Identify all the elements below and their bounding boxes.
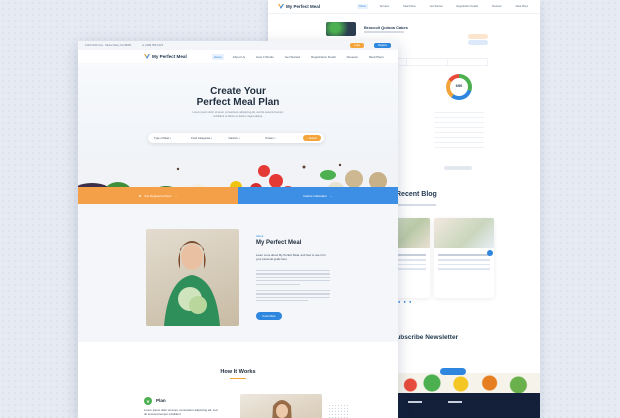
back-nav-meal-plans[interactable]: Meal Plans [401, 4, 417, 9]
brand-logo-icon [144, 54, 150, 59]
nutrition-table [434, 108, 484, 148]
how-it-works-title: How It Works [220, 369, 256, 375]
get-registered-button[interactable]: ✚ Get Registered Now → [78, 187, 238, 204]
carousel-dots[interactable]: ● ● ● [398, 299, 412, 304]
back-nav-services[interactable]: Services [378, 4, 392, 9]
calories-select[interactable]: Calories ▾ [228, 137, 261, 140]
nav-registration-detail[interactable]: Registration Detail [309, 54, 338, 60]
recipe-thumbnail [326, 22, 356, 36]
step-photo [240, 394, 322, 418]
hero-description: Lorem ipsum dolor sit amet, consectetur … [192, 111, 284, 118]
nav-meal-plans[interactable]: Meal Plans [367, 54, 386, 60]
step-title: Plan [156, 398, 166, 403]
carousel-next-icon[interactable] [487, 250, 493, 256]
back-navbar: My Perfect Meal Home Services Meal Plans… [268, 0, 540, 14]
back-nav-reviews[interactable]: Reviews [490, 4, 503, 9]
arrow-right-icon: → [174, 193, 178, 198]
recipe-title: Broccoli Quinoa Cakes [364, 25, 408, 30]
about-kicker: About [256, 234, 264, 238]
user-add-icon: ✚ [138, 193, 142, 198]
back-nav-get-started[interactable]: Get Started [428, 4, 445, 9]
chevron-down-icon: ▾ [211, 136, 213, 140]
chevron-down-icon: ▾ [274, 136, 276, 140]
about-lead: Learn more about My Perfect Meal, and ho… [256, 253, 326, 261]
title-underline [230, 378, 246, 380]
leaf-icon: ❦ [144, 397, 152, 405]
how-it-works-section: How It Works ❦ Plan Lorem ipsum dolor si… [78, 342, 398, 418]
login-button[interactable]: Login [350, 43, 365, 48]
back-nav-home[interactable]: Home [357, 4, 368, 9]
about-paragraph [256, 270, 330, 287]
front-page-preview: 1234 North Ave., Santa Clara, CA 95051 +… [78, 41, 398, 418]
meal-search-bar: Type of Meal ▾ Food Categories ▾ Calorie… [148, 133, 324, 143]
food-category-select[interactable]: Food Categories ▾ [191, 137, 224, 140]
arrow-right-icon: → [329, 193, 333, 198]
topbar: 1234 North Ave., Santa Clara, CA 95051 +… [78, 41, 398, 50]
brand-logo[interactable]: My Perfect Meal [144, 54, 187, 59]
back-brand[interactable]: My Perfect Meal [278, 4, 329, 9]
nutrition-button[interactable] [444, 166, 472, 170]
hero-section: Create Your Perfect Meal Plan Lorem ipsu… [78, 63, 398, 209]
know-more-button[interactable]: Know More [256, 312, 282, 320]
calorie-calculator-button[interactable]: Calorie Calculator → [238, 187, 398, 204]
nav-how-it-works[interactable]: How it Works [254, 54, 276, 60]
meal-type-select[interactable]: Type of Meal ▾ [154, 137, 187, 140]
nav-get-started[interactable]: Get Started [283, 54, 302, 60]
about-photo-woman-with-vegetables [146, 229, 239, 326]
step-description: Lorem ipsum dolor sit amet, consectetur … [144, 408, 218, 416]
about-paragraph [256, 290, 330, 304]
decorative-dots [328, 404, 350, 418]
recipe-badge [468, 40, 488, 45]
about-title: My Perfect Meal [256, 240, 302, 246]
protein-select[interactable]: Protein ▾ [265, 137, 298, 140]
register-button[interactable]: Register [374, 43, 391, 48]
main-navbar: My Perfect Meal Home About Us How it Wor… [78, 50, 398, 63]
chevron-down-icon: ▾ [238, 136, 240, 140]
recipe-subtitle [364, 31, 404, 33]
hero-title: Create Your Perfect Meal Plan [196, 86, 280, 108]
recipe-badge [468, 34, 488, 39]
blog-card[interactable] [434, 218, 494, 298]
newsletter-vegetables-image [396, 373, 540, 393]
blog-section-title: Recent Blog [396, 191, 437, 198]
back-nav-meal-plans-2[interactable]: Meal Plans [514, 4, 530, 9]
brand-logo-icon [278, 4, 284, 9]
about-section: About My Perfect Meal Learn more about M… [78, 204, 398, 342]
nav-about-us[interactable]: About Us [231, 54, 247, 60]
blog-image [434, 218, 494, 248]
nav-home[interactable]: Home [211, 53, 224, 60]
newsletter-title: Subscribe Newsletter [392, 334, 459, 341]
phone-text: +1 (408) 555-0123 [141, 44, 163, 47]
calorie-value: 690 [455, 83, 463, 88]
back-nav-registration[interactable]: Registration Details [454, 4, 480, 9]
blog-subtitle [396, 204, 436, 206]
cta-bar: ✚ Get Registered Now → Calorie Calculato… [78, 187, 398, 204]
subscribe-button[interactable] [440, 368, 466, 375]
address-text: 1234 North Ave., Santa Clara, CA 95051 [85, 44, 132, 47]
chevron-down-icon: ▾ [169, 136, 171, 140]
nav-reviews[interactable]: Reviews [345, 54, 360, 60]
search-button[interactable]: ⌕ Search [302, 135, 322, 141]
